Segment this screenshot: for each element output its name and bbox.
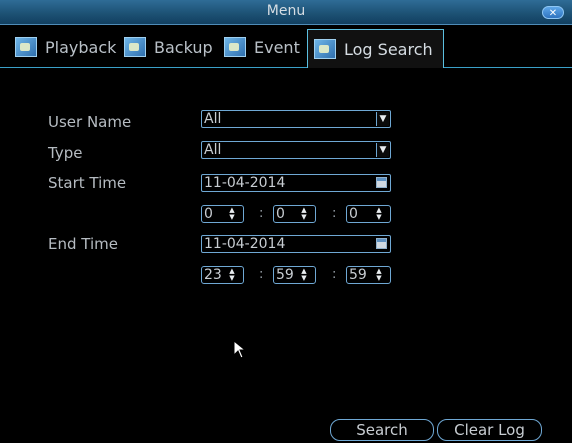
- tab-label: Playback: [45, 37, 117, 57]
- end-second-value: 59: [349, 267, 367, 283]
- close-button[interactable]: ✕: [542, 6, 564, 19]
- end-minute-value: 59: [276, 267, 294, 283]
- photo-icon: [224, 37, 246, 57]
- time-separator: :: [259, 206, 264, 221]
- tab-label: Backup: [154, 37, 213, 57]
- end-date-field[interactable]: 11-04-2014: [201, 235, 391, 253]
- up-down-arrows-icon[interactable]: ▲ ▼: [227, 268, 237, 282]
- up-down-arrows-icon[interactable]: ▲ ▼: [299, 207, 309, 221]
- start-hour-spinner[interactable]: 0 ▲ ▼: [201, 205, 244, 223]
- end-date-value: 11-04-2014: [204, 236, 286, 252]
- end-minute-spinner[interactable]: 59 ▲ ▼: [273, 266, 316, 284]
- title-bar: Menu ✕: [0, 0, 572, 25]
- clear-log-button[interactable]: Clear Log: [437, 419, 542, 441]
- up-down-arrows-icon[interactable]: ▲ ▼: [374, 268, 384, 282]
- type-label: Type: [48, 144, 83, 162]
- start-minute-spinner[interactable]: 0 ▲ ▼: [273, 205, 316, 223]
- start-second-value: 0: [349, 206, 358, 222]
- tab-label: Event: [254, 37, 300, 57]
- chevron-down-icon[interactable]: ▼: [376, 143, 389, 157]
- tab-log-search[interactable]: Log Search: [307, 29, 444, 68]
- start-date-value: 11-04-2014: [204, 175, 286, 191]
- start-time-label: Start Time: [48, 174, 127, 192]
- time-separator: :: [332, 267, 337, 282]
- window-title: Menu: [266, 3, 306, 19]
- calendar-icon[interactable]: [376, 177, 387, 188]
- user-name-label: User Name: [48, 113, 132, 131]
- start-second-spinner[interactable]: 0 ▲ ▼: [346, 205, 391, 223]
- type-select[interactable]: All ▼: [201, 141, 391, 159]
- photo-icon: [314, 39, 336, 59]
- time-separator: :: [259, 267, 264, 282]
- close-icon: ✕: [548, 8, 558, 19]
- user-name-select[interactable]: All ▼: [201, 110, 391, 128]
- user-name-value: All: [204, 111, 222, 127]
- photo-icon: [124, 37, 146, 57]
- tab-bar: Playback Backup Event Log Search: [0, 25, 572, 68]
- tab-backup[interactable]: Backup: [124, 31, 213, 63]
- calendar-icon[interactable]: [376, 238, 387, 249]
- end-hour-spinner[interactable]: 23 ▲ ▼: [201, 266, 244, 284]
- start-hour-value: 0: [204, 206, 213, 222]
- start-minute-value: 0: [276, 206, 285, 222]
- end-hour-value: 23: [204, 267, 222, 283]
- search-button[interactable]: Search: [330, 419, 434, 441]
- chevron-down-icon[interactable]: ▼: [376, 112, 389, 126]
- time-separator: :: [332, 206, 337, 221]
- tab-label: Log Search: [344, 39, 433, 59]
- end-time-label: End Time: [48, 235, 118, 253]
- up-down-arrows-icon[interactable]: ▲ ▼: [299, 268, 309, 282]
- start-date-field[interactable]: 11-04-2014: [201, 174, 391, 192]
- type-value: All: [204, 142, 222, 158]
- up-down-arrows-icon[interactable]: ▲ ▼: [227, 207, 237, 221]
- photo-icon: [15, 37, 37, 57]
- mouse-pointer-icon: [233, 340, 247, 359]
- end-second-spinner[interactable]: 59 ▲ ▼: [346, 266, 391, 284]
- menu-window: Menu ✕ Playback Backup Event Log Search …: [0, 0, 572, 443]
- tab-playback[interactable]: Playback: [15, 31, 116, 63]
- tab-event[interactable]: Event: [224, 31, 300, 63]
- up-down-arrows-icon[interactable]: ▲ ▼: [374, 207, 384, 221]
